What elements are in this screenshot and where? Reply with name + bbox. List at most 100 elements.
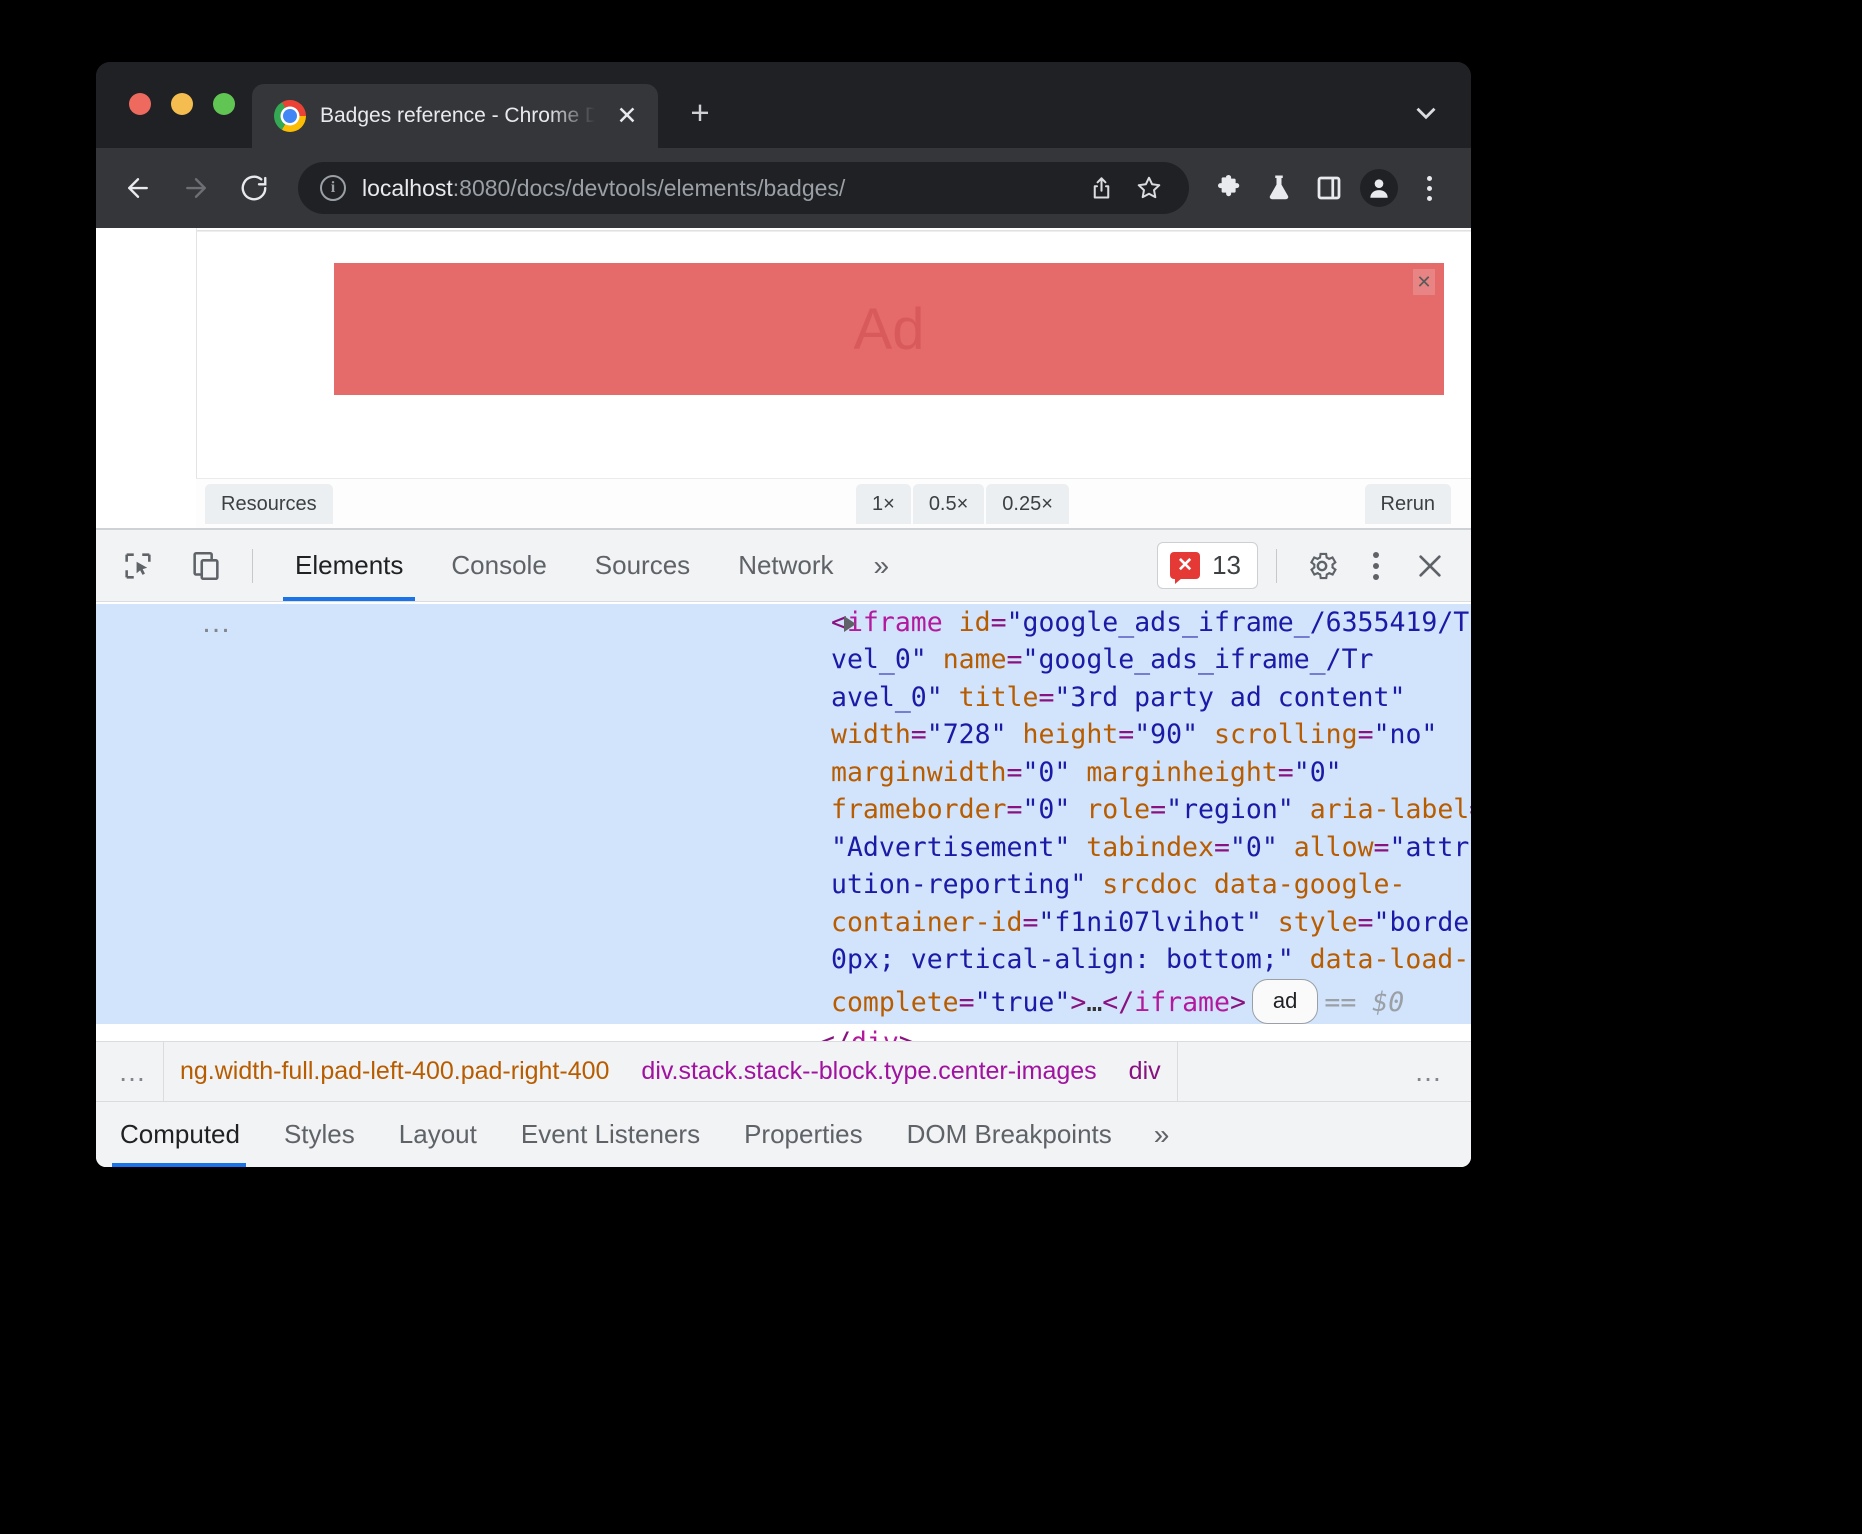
- tab-strip: Badges reference - Chrome De ✕ +: [96, 62, 1471, 148]
- more-sidebar-tabs-button[interactable]: »: [1134, 1102, 1190, 1167]
- new-tab-button[interactable]: +: [681, 96, 719, 134]
- code-token: "3rd party ad content": [1054, 682, 1405, 713]
- url-host: localhost: [362, 175, 453, 201]
- tab-computed[interactable]: Computed: [96, 1102, 262, 1167]
- omnibox-actions: [1079, 166, 1171, 210]
- code-token: =: [1007, 794, 1023, 825]
- tab-layout[interactable]: Layout: [377, 1102, 499, 1167]
- address-bar[interactable]: i localhost:8080/docs/devtools/elements/…: [298, 162, 1189, 214]
- tab-event-listeners-label: Event Listeners: [521, 1119, 700, 1150]
- dom-tree-line[interactable]: container-id="f1ni07lvihot" style="borde…: [96, 904, 1471, 942]
- code-token: =: [1278, 757, 1294, 788]
- code-token: =: [1214, 832, 1230, 863]
- code-token: "0": [1294, 757, 1342, 788]
- dom-tree-line[interactable]: complete="true">…</iframe>ad== $0: [96, 979, 1471, 1025]
- ad-close-icon[interactable]: ✕: [1413, 269, 1435, 295]
- tab-console[interactable]: Console: [427, 530, 570, 601]
- code-token: "90": [1134, 719, 1198, 750]
- code-token: "google_ads_iframe_/6355419/Tra: [1007, 607, 1471, 638]
- dom-tree-line[interactable]: vel_0" name="google_ads_iframe_/Tr: [96, 641, 1471, 679]
- dom-tree-code[interactable]: __container__" style="border: 0pt none;"…: [96, 602, 1471, 1041]
- gear-icon[interactable]: [1295, 539, 1349, 593]
- dom-tree-line[interactable]: </div>: [96, 1024, 1471, 1041]
- expand-triangle-icon[interactable]: [844, 616, 856, 632]
- error-count-badge[interactable]: ✕ 13: [1157, 542, 1258, 589]
- toolbar-divider: [252, 549, 253, 583]
- breadcrumb-item-1[interactable]: ng.width-full.pad-left-400.pad-right-400: [164, 1057, 625, 1086]
- resources-button[interactable]: Resources: [205, 484, 333, 524]
- kebab-dots: [1427, 176, 1432, 201]
- minimize-window-button[interactable]: [171, 93, 193, 115]
- tab-dom-breakpoints[interactable]: DOM Breakpoints: [885, 1102, 1134, 1167]
- breadcrumb-overflow-right[interactable]: …: [1388, 1056, 1471, 1088]
- code-token: </: [1102, 987, 1134, 1018]
- profile-avatar-icon[interactable]: [1355, 164, 1403, 212]
- browser-tab[interactable]: Badges reference - Chrome De ✕: [252, 84, 658, 148]
- inspect-cursor-icon[interactable]: [112, 540, 164, 592]
- tab-elements[interactable]: Elements: [271, 530, 427, 601]
- code-token: avel_0": [831, 682, 943, 713]
- dom-tree-line[interactable]: ution-reporting" srcdoc data-google-: [96, 866, 1471, 904]
- tab-elements-label: Elements: [295, 550, 403, 581]
- tab-properties[interactable]: Properties: [722, 1102, 885, 1167]
- tab-sources[interactable]: Sources: [571, 530, 714, 601]
- dom-tree-line[interactable]: 0px; vertical-align: bottom;" data-load-: [96, 941, 1471, 979]
- dom-tree[interactable]: __container__" style="border: 0pt none;"…: [96, 602, 1471, 1041]
- code-token: "f1ni07lvihot": [1038, 907, 1261, 938]
- close-devtools-icon[interactable]: [1403, 539, 1457, 593]
- code-token: >: [1070, 987, 1086, 1018]
- extensions-puzzle-icon[interactable]: [1205, 164, 1253, 212]
- code-token: frameborder: [831, 794, 1007, 825]
- breadcrumb-overflow-left[interactable]: …: [96, 1056, 163, 1088]
- breadcrumb-item-3[interactable]: div: [1113, 1057, 1177, 1086]
- reload-button[interactable]: [232, 166, 276, 210]
- code-token: height: [1023, 719, 1119, 750]
- zoom-0.25x-button[interactable]: 0.25×: [986, 484, 1069, 524]
- close-window-button[interactable]: [129, 93, 151, 115]
- breadcrumb-item-2[interactable]: div.stack.stack--block.type.center-image…: [625, 1057, 1112, 1086]
- code-token: "0": [1022, 794, 1070, 825]
- chevron-down-icon[interactable]: [1409, 96, 1443, 130]
- tab-console-label: Console: [451, 550, 546, 581]
- kebab-menu-icon[interactable]: [1405, 164, 1453, 212]
- demo-controls-bar: Resources 1× 0.5× 0.25× Rerun: [196, 478, 1471, 528]
- tab-event-listeners[interactable]: Event Listeners: [499, 1102, 722, 1167]
- star-icon[interactable]: [1127, 166, 1171, 210]
- flask-icon[interactable]: [1255, 164, 1303, 212]
- zoom-0.5x-button[interactable]: 0.5×: [913, 484, 984, 524]
- code-token: aria-label: [1310, 794, 1470, 825]
- ad-badge[interactable]: ad: [1252, 979, 1318, 1025]
- device-toolbar-icon[interactable]: [180, 540, 232, 592]
- tab-styles[interactable]: Styles: [262, 1102, 377, 1167]
- dom-tree-line[interactable]: width="728" height="90" scrolling="no": [96, 716, 1471, 754]
- tab-network[interactable]: Network: [714, 530, 857, 601]
- code-token: [943, 682, 959, 713]
- dom-overflow-ellipsis[interactable]: …: [201, 604, 234, 642]
- dom-tree-line[interactable]: <iframe id="google_ads_iframe_/6355419/T…: [96, 604, 1471, 642]
- code-token: data-load-: [1310, 944, 1470, 975]
- code-token: =: [1022, 907, 1038, 938]
- more-tabs-button[interactable]: »: [858, 550, 906, 582]
- back-button[interactable]: [116, 166, 160, 210]
- site-info-icon[interactable]: i: [320, 175, 346, 201]
- code-token: tabindex: [1086, 832, 1214, 863]
- dom-tree-line[interactable]: "Advertisement" tabindex="0" allow="attr…: [96, 829, 1471, 867]
- forward-button[interactable]: [174, 166, 218, 210]
- zoom-1x-button[interactable]: 1×: [856, 484, 911, 524]
- code-token: "no": [1374, 719, 1438, 750]
- share-icon[interactable]: [1079, 166, 1123, 210]
- code-token: vel_0": [831, 644, 927, 675]
- code-token: [1086, 869, 1102, 900]
- more-options-icon[interactable]: [1349, 539, 1403, 593]
- code-token: [1007, 719, 1023, 750]
- ad-banner[interactable]: Ad ✕: [334, 263, 1444, 395]
- rerun-button[interactable]: Rerun: [1365, 484, 1451, 524]
- dom-tree-line[interactable]: avel_0" title="3rd party ad content": [96, 679, 1471, 717]
- dom-tree-line[interactable]: marginwidth="0" marginheight="0": [96, 754, 1471, 792]
- close-tab-icon[interactable]: ✕: [612, 104, 642, 129]
- code-token: width: [831, 719, 911, 750]
- dom-tree-line[interactable]: frameborder="0" role="region" aria-label…: [96, 791, 1471, 829]
- maximize-window-button[interactable]: [213, 93, 235, 115]
- tab-layout-label: Layout: [399, 1119, 477, 1150]
- side-panel-icon[interactable]: [1305, 164, 1353, 212]
